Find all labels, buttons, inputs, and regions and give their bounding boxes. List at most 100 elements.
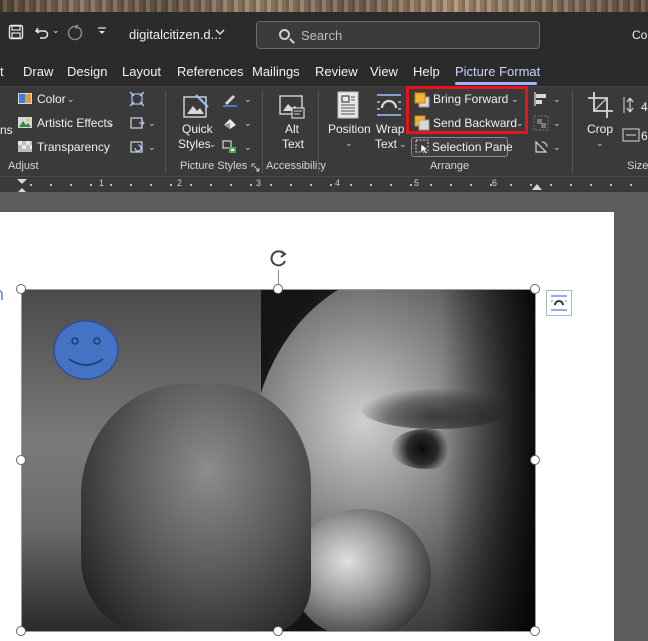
shape-height-field[interactable]: 4 (641, 100, 648, 114)
tab-partial[interactable]: t (0, 64, 4, 79)
search-box[interactable]: Search (256, 21, 540, 49)
change-picture-icon[interactable] (129, 115, 145, 134)
undo-icon[interactable] (34, 24, 50, 44)
tab-picture-format[interactable]: Picture Format (455, 64, 540, 79)
ruler-tick (50, 184, 52, 186)
alt-text-label-line2[interactable]: Text (282, 137, 304, 151)
align-icon[interactable] (533, 91, 549, 110)
group-objects-dropdown-icon[interactable]: ⌄ (553, 118, 561, 129)
ruler-tick (310, 184, 312, 186)
picture-effects-icon[interactable] (222, 115, 238, 134)
ruler-tick (210, 184, 212, 186)
transparency-dropdown-icon[interactable]: ⌄ (103, 142, 111, 153)
group-label-adjust: Adjust (8, 160, 39, 172)
artistic-effects-dropdown-icon[interactable]: ⌄ (107, 118, 115, 129)
rotate-icon[interactable] (533, 139, 549, 158)
tab-review[interactable]: Review (315, 64, 358, 79)
picture-effects-dropdown-icon[interactable]: ⌄ (244, 118, 252, 129)
resize-handle-top-left[interactable] (16, 284, 26, 294)
quick-styles-icon (182, 93, 210, 124)
ruler-tick (590, 184, 592, 186)
ruler-tick (630, 184, 632, 186)
rotation-handle-icon[interactable] (268, 248, 290, 273)
crop-dropdown-icon[interactable]: ⌄ (596, 138, 604, 149)
position-dropdown-icon[interactable]: ⌄ (345, 138, 353, 149)
selection-pane-label: Selection Pane (432, 140, 513, 154)
ruler-tick (170, 184, 172, 186)
ruler-tick (330, 184, 332, 186)
group-label-size: Size (627, 160, 648, 172)
save-icon[interactable] (8, 24, 24, 44)
picture-border-dropdown-icon[interactable]: ⌄ (244, 94, 252, 105)
reset-picture-dropdown-icon[interactable]: ⌄ (148, 142, 156, 153)
ruler-tick (350, 184, 352, 186)
tab-draw[interactable]: Draw (23, 64, 53, 79)
corrections-partial-label[interactable]: ns (0, 123, 13, 137)
crop-button[interactable]: Crop (587, 122, 613, 136)
wrap-text-label-line1[interactable]: Wrap (376, 122, 404, 136)
picture-border-icon[interactable] (222, 91, 238, 110)
search-icon (279, 29, 290, 40)
align-dropdown-icon[interactable]: ⌄ (553, 94, 561, 105)
undo-dropdown-icon[interactable]: ⌄ (52, 25, 60, 36)
artistic-effects-button[interactable]: Artistic Effects (37, 116, 113, 130)
wrap-text-dropdown-icon[interactable]: ⌄ (399, 139, 407, 150)
tab-view[interactable]: View (370, 64, 398, 79)
ruler-tick (490, 184, 492, 186)
group-objects-icon[interactable] (533, 115, 549, 134)
quick-styles-label-line2[interactable]: Styles (178, 137, 211, 151)
ruler-number: 3 (256, 178, 262, 188)
ruler-number: 5 (414, 178, 420, 188)
shape-width-icon (622, 128, 640, 145)
resize-handle-bottom[interactable] (273, 626, 283, 636)
ruler-tick (390, 184, 392, 186)
ruler-tick (370, 184, 372, 186)
layout-options-button[interactable] (546, 290, 572, 316)
resize-handle-bottom-left[interactable] (16, 626, 26, 636)
shape-width-field[interactable]: 6 (641, 129, 648, 143)
ruler-tick (250, 184, 252, 186)
customize-qat-icon[interactable] (97, 24, 107, 41)
document-title[interactable]: digitalcitizen.d... (129, 27, 222, 42)
ruler-tick (150, 184, 152, 186)
quick-styles-label-line1[interactable]: Quick (182, 122, 213, 136)
resize-handle-bottom-right[interactable] (530, 626, 540, 636)
resize-handle-right[interactable] (530, 455, 540, 465)
background-photo-strip (0, 0, 648, 12)
account-name[interactable]: Co (632, 28, 647, 42)
tab-help[interactable]: Help (413, 64, 440, 79)
wrap-text-label-line2[interactable]: Text (375, 137, 397, 151)
color-button[interactable]: Color (37, 92, 66, 106)
picture-layout-icon[interactable] (222, 139, 238, 158)
resize-handle-top[interactable] (273, 284, 283, 294)
group-separator (572, 90, 573, 174)
tab-layout[interactable]: Layout (122, 64, 161, 79)
ruler-tick (450, 184, 452, 186)
resize-handle-top-right[interactable] (530, 284, 540, 294)
redo-icon[interactable] (66, 24, 84, 46)
ruler-tick (570, 184, 572, 186)
resize-handle-left[interactable] (16, 455, 26, 465)
picture-styles-launcher-icon[interactable] (251, 161, 260, 175)
tab-design[interactable]: Design (67, 64, 107, 79)
document-title-chevron-icon[interactable] (214, 24, 226, 40)
highlight-box (406, 86, 528, 134)
rotate-dropdown-icon[interactable]: ⌄ (553, 142, 561, 153)
group-label-accessibility: Accessibility (266, 160, 326, 172)
compress-pictures-icon[interactable] (129, 91, 145, 110)
position-icon (336, 91, 360, 122)
tab-mailings[interactable]: Mailings (252, 64, 300, 79)
position-button[interactable]: Position (328, 122, 371, 136)
ruler-tick (90, 184, 92, 186)
transparency-button[interactable]: Transparency (37, 140, 110, 154)
ruler-tick (510, 184, 512, 186)
color-dropdown-icon[interactable]: ⌄ (67, 94, 75, 105)
quick-styles-dropdown-icon[interactable]: ⌄ (209, 139, 217, 150)
tab-references[interactable]: References (177, 64, 243, 79)
picture-layout-dropdown-icon[interactable]: ⌄ (244, 142, 252, 153)
reset-picture-icon[interactable] (129, 139, 145, 158)
ruler-tick (230, 184, 232, 186)
ruler-number: 1 (99, 178, 105, 188)
alt-text-label-line1[interactable]: Alt (285, 122, 299, 136)
change-picture-dropdown-icon[interactable]: ⌄ (148, 118, 156, 129)
